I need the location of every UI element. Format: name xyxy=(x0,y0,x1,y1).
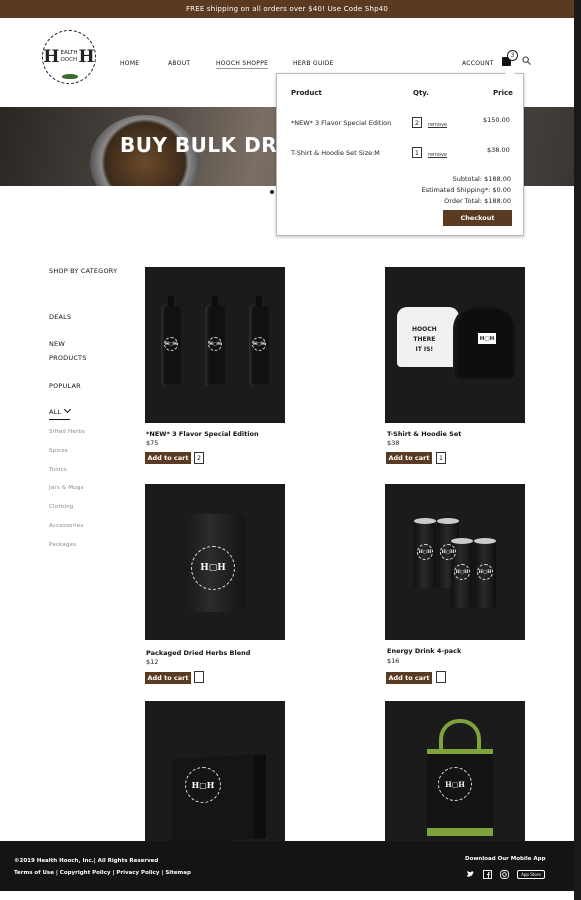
cart-shipping: Estimated Shipping*: $0.00 xyxy=(421,186,511,194)
app-store-badge[interactable]: App Store xyxy=(517,870,545,879)
chevron-down-icon xyxy=(64,405,72,414)
add-to-cart-button[interactable]: Add to cart xyxy=(386,672,432,684)
sidebar-subitem-tonics[interactable]: Tonics xyxy=(49,463,67,477)
carousel-dot-active[interactable] xyxy=(270,190,274,194)
product-image-herbs-blend[interactable]: H▢H xyxy=(145,484,285,640)
cart-item-qty[interactable]: 2 xyxy=(412,117,422,128)
sidebar-item-all-label: ALL xyxy=(49,408,62,416)
health-hooch-logo[interactable]: H EALTH OOCH H xyxy=(42,30,96,84)
sidebar-item-products[interactable]: PRODUCTS xyxy=(49,351,87,365)
sidebar-subitem-clothing[interactable]: Clothing xyxy=(49,500,73,514)
box-logo: H▢H xyxy=(185,767,221,803)
product-price: $38 xyxy=(387,439,400,447)
window-edge xyxy=(574,0,581,900)
product-price: $16 xyxy=(387,657,400,665)
add-to-cart-button[interactable]: Add to cart xyxy=(145,672,191,684)
logo-word-bottom: OOCH xyxy=(60,57,78,63)
sidebar-subitem-spices[interactable]: Spices xyxy=(49,444,68,458)
cart-item-remove[interactable]: remove xyxy=(428,122,447,128)
product-name[interactable]: T-Shirt & Hoodie Set xyxy=(387,430,461,438)
cart-item-price: $38.00 xyxy=(487,146,510,154)
checkout-button[interactable]: Checkout xyxy=(443,210,512,226)
search-icon[interactable] xyxy=(522,56,531,65)
bottle: H▢H xyxy=(161,296,181,386)
bag-trim xyxy=(427,828,493,836)
cart-header-qty: Qty. xyxy=(413,89,429,97)
cart-header-product: Product xyxy=(291,89,322,97)
hoodie-logo: H▢H xyxy=(478,333,496,344)
sidebar-subitem-sifted-herbs[interactable]: Sifted Herbs xyxy=(49,425,85,439)
cart-count-badge: 3 xyxy=(507,50,518,61)
sidebar-subitem-accessories[interactable]: Accessories xyxy=(49,519,83,533)
sidebar-item-all[interactable]: ALL xyxy=(49,405,72,419)
cart-header-price: Price xyxy=(493,89,513,97)
add-to-cart-button[interactable]: Add to cart xyxy=(386,452,432,464)
logo-word-top: EALTH xyxy=(60,50,78,56)
cart-item-name[interactable]: T-Shirt & Hoodie Set Size:M xyxy=(291,149,380,157)
can-logo: H▢H xyxy=(417,544,433,560)
quantity-input[interactable]: 1 xyxy=(436,452,446,464)
nav-home[interactable]: HOME xyxy=(120,60,139,67)
bottle: H▢H xyxy=(249,296,269,386)
facebook-icon[interactable] xyxy=(483,870,492,879)
twitter-icon[interactable] xyxy=(466,870,475,879)
product-name[interactable]: Energy Drink 4-pack xyxy=(387,647,461,655)
tshirt-print: HOOCH THERE IT IS! xyxy=(412,326,437,353)
product-price: $12 xyxy=(146,658,159,666)
cart-item-price: $150.00 xyxy=(483,116,510,124)
sidebar-item-popular[interactable]: POPULAR xyxy=(49,379,81,393)
nav-about[interactable]: ABOUT xyxy=(168,60,190,67)
instagram-icon[interactable] xyxy=(500,870,509,879)
promo-banner: FREE shipping on all orders over $40! Us… xyxy=(0,0,574,18)
bottle-logo: H▢H xyxy=(164,337,178,351)
sidebar-item-new[interactable]: NEW xyxy=(49,337,65,351)
hero-title: BUY BULK DRIED xyxy=(120,133,280,157)
bottle-logo: H▢H xyxy=(252,337,266,351)
nav-hooch-shoppe[interactable]: HOOCH SHOPPE xyxy=(216,60,269,69)
logo-words: EALTH OOCH xyxy=(60,50,77,64)
sidebar-subitem-packages[interactable]: Packages xyxy=(49,538,76,552)
can-logo: H▢H xyxy=(454,564,470,580)
nav-account[interactable]: ACCOUNT xyxy=(462,60,494,67)
product-name[interactable]: *NEW* 3 Flavor Special Edition xyxy=(146,430,259,438)
quantity-input[interactable] xyxy=(436,671,446,683)
product-image-special-edition[interactable]: H▢H H▢H H▢H xyxy=(145,267,285,423)
bottle: H▢H xyxy=(205,296,225,386)
logo-letter-right: H xyxy=(78,47,95,67)
footer-app-heading: Download Our Mobile App xyxy=(465,856,546,862)
cart-subtotal: Subtotal: $188.00 xyxy=(452,175,511,183)
cart-total: Order Total: $188.00 xyxy=(444,197,511,205)
bag-logo: H▢H xyxy=(438,767,472,801)
footer-copyright: ©2019 Health Hooch, Inc.| All Rights Res… xyxy=(14,858,159,864)
product-price: $75 xyxy=(146,439,159,447)
cart-item-remove[interactable]: remove xyxy=(428,152,447,158)
leaf-icon xyxy=(62,74,78,79)
product-image-tote-bag[interactable]: H▢H xyxy=(385,701,525,857)
bottle-logo: H▢H xyxy=(208,337,222,351)
add-to-cart-button[interactable]: Add to cart xyxy=(145,452,191,464)
nav-herb-guide[interactable]: HERB GUIDE xyxy=(293,60,334,67)
product-name[interactable]: Packaged Dried Herbs Blend xyxy=(146,649,250,657)
product-image-energy-drink[interactable]: H▢H H▢H H▢H H▢H xyxy=(385,484,525,640)
logo-letter-left: H xyxy=(43,47,60,67)
sidebar-subitem-jars-mugs[interactable]: Jars & Mugs xyxy=(49,481,84,495)
quantity-input[interactable] xyxy=(194,671,204,683)
quantity-input[interactable]: 2 xyxy=(194,452,204,464)
footer-social-icons: App Store xyxy=(466,870,545,879)
can-logo: H▢H xyxy=(477,564,493,580)
product-image-box[interactable]: H▢H xyxy=(145,701,285,857)
pouch-logo: H▢H xyxy=(191,546,235,590)
sidebar-active-underline xyxy=(49,419,70,420)
can-logo: H▢H xyxy=(440,544,456,560)
cart-item-qty[interactable]: 1 xyxy=(412,147,422,158)
product-image-tshirt-hoodie[interactable]: HOOCH THERE IT IS! H▢H xyxy=(385,267,525,423)
dropdown-caret xyxy=(505,68,515,74)
sidebar-item-deals[interactable]: DEALS xyxy=(49,310,71,324)
footer: ©2019 Health Hooch, Inc.| All Rights Res… xyxy=(0,841,574,891)
cart-item-name[interactable]: *NEW* 3 Flavor Special Edition xyxy=(291,119,391,127)
sidebar-heading: SHOP BY CATEGORY xyxy=(49,267,118,275)
footer-links[interactable]: Terms of Use | Copyright Policy | Privac… xyxy=(14,870,191,876)
cart-dropdown: Product Qty. Price *NEW* 3 Flavor Specia… xyxy=(276,68,524,236)
